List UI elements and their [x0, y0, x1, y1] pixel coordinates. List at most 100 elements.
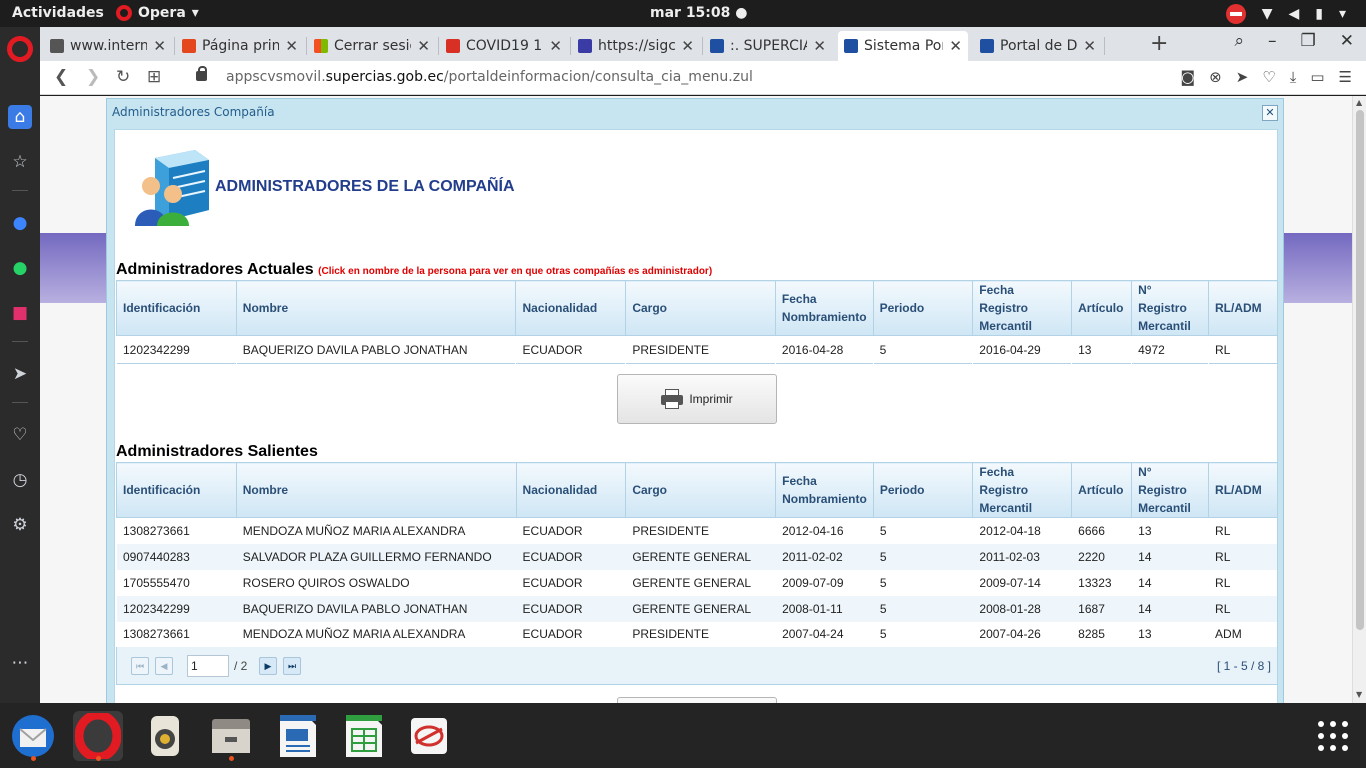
column-header[interactable]: RL/ADM	[1208, 280, 1278, 336]
scroll-down-icon[interactable]: ▼	[1356, 690, 1362, 699]
column-header[interactable]: N° Registro Mercantil	[1131, 462, 1210, 518]
column-header[interactable]: Nombre	[235, 280, 517, 336]
url-field[interactable]: appscvsmovil.supercias.gob.ec/portaldein…	[226, 69, 753, 85]
menu-caret-icon[interactable]: ▾	[1339, 6, 1346, 22]
home-icon[interactable]: ⌂	[8, 105, 32, 129]
column-header[interactable]: Nacionalidad	[515, 462, 627, 518]
messenger-icon[interactable]: ●	[8, 211, 32, 235]
show-applications-icon[interactable]	[1308, 711, 1358, 761]
column-header[interactable]: Cargo	[625, 280, 776, 336]
cell-article: 2220	[1071, 543, 1132, 570]
history-icon[interactable]: ◷	[8, 468, 32, 492]
column-header[interactable]: RL/ADM	[1208, 462, 1278, 518]
tab-6[interactable]: :. SUPERCIA ✕	[704, 31, 832, 61]
block-icon[interactable]: ⊗	[1209, 68, 1222, 86]
send-icon[interactable]: ➤	[8, 362, 32, 386]
column-header[interactable]: Fecha Nombramiento	[774, 280, 874, 336]
more-icon[interactable]: ⋯	[8, 651, 32, 675]
tab-4[interactable]: COVID19 1S ✕	[440, 31, 568, 61]
page-scrollbar[interactable]: ▲ ▼	[1352, 96, 1366, 703]
heart-icon[interactable]: ♡	[1262, 68, 1275, 86]
reload-icon[interactable]: ↻	[116, 67, 130, 87]
bookmarks-icon[interactable]: ☆	[8, 150, 32, 174]
column-header[interactable]: Fecha Nombramiento	[775, 462, 874, 518]
first-page-icon[interactable]: ⏮	[131, 657, 149, 675]
tab-close-icon[interactable]: ✕	[813, 37, 826, 55]
heart-icon[interactable]: ♡	[8, 423, 32, 447]
battery-icon[interactable]: ▮	[1315, 6, 1323, 22]
clock[interactable]: mar 15:08 ●	[650, 5, 747, 21]
easy-setup-icon[interactable]: ☰	[1339, 68, 1352, 86]
tab-close-icon[interactable]: ✕	[681, 37, 694, 55]
cell-rl-adm: RL	[1208, 517, 1278, 544]
column-header[interactable]: Identificación	[116, 280, 237, 336]
next-page-icon[interactable]: ▶	[259, 657, 277, 675]
search-tabs-icon[interactable]: ⌕	[1234, 31, 1244, 51]
column-header[interactable]: Fecha Registro Mercantil	[972, 280, 1073, 336]
settings-icon[interactable]: ⚙	[8, 513, 32, 537]
close-window-icon[interactable]: ✕	[1340, 31, 1354, 51]
column-header[interactable]: Identificación	[116, 462, 237, 518]
last-page-icon[interactable]: ⏭	[283, 657, 301, 675]
column-header[interactable]: Nacionalidad	[515, 280, 627, 336]
activities-button[interactable]: Actividades	[12, 5, 104, 21]
whatsapp-icon[interactable]: ●	[8, 256, 32, 280]
column-header[interactable]: Nombre	[235, 462, 517, 518]
minimize-icon[interactable]: –	[1268, 31, 1277, 51]
tab-close-icon[interactable]: ✕	[417, 37, 430, 55]
do-not-disturb-icon[interactable]	[1225, 4, 1246, 24]
column-header[interactable]: N° Registro Mercantil	[1131, 280, 1210, 336]
column-header[interactable]: Periodo	[872, 462, 974, 518]
cell-name: MENDOZA MUÑOZ MARIA ALEXANDRA	[236, 621, 517, 648]
tab-close-icon[interactable]: ✕	[1083, 37, 1096, 55]
modal-close-button[interactable]: ✕	[1262, 105, 1278, 121]
admin-name-link[interactable]: BAQUERIZO DAVILA PABLO JONATHAN	[236, 335, 516, 364]
prev-page-icon[interactable]: ◀	[155, 657, 173, 675]
tab-close-icon[interactable]: ✕	[949, 37, 962, 55]
column-header[interactable]: Periodo	[872, 280, 974, 336]
restore-icon[interactable]: ❐	[1301, 31, 1316, 51]
tab-7-active[interactable]: Sistema Por ✕	[838, 31, 968, 61]
print-button[interactable]: Imprimir	[617, 374, 777, 424]
app-menu[interactable]: Opera ▾	[116, 5, 199, 21]
files-icon[interactable]	[206, 711, 256, 761]
thunderbird-icon[interactable]	[8, 711, 58, 761]
lock-icon[interactable]	[196, 66, 207, 81]
forward-icon[interactable]: ❯	[86, 67, 100, 87]
libreoffice-calc-icon[interactable]	[338, 711, 388, 761]
tab-1[interactable]: www.interna ✕	[44, 31, 172, 61]
column-header[interactable]: Artículo	[1071, 280, 1133, 336]
tab-close-icon[interactable]: ✕	[285, 37, 298, 55]
scrollbar-thumb[interactable]	[1356, 110, 1364, 630]
tab-close-icon[interactable]: ✕	[549, 37, 562, 55]
back-icon[interactable]: ❮	[54, 67, 68, 87]
libreoffice-writer-icon[interactable]	[272, 711, 322, 761]
current-admins-hint: (Click en nombre de la persona para ver …	[318, 266, 713, 277]
tab-3[interactable]: Cerrar sesión ✕	[308, 31, 436, 61]
download-icon[interactable]: ⤓	[1290, 68, 1297, 86]
wifi-icon[interactable]: ▼	[1262, 6, 1273, 22]
column-header[interactable]: Fecha Registro Mercantil	[972, 462, 1073, 518]
opera-menu-icon[interactable]	[7, 36, 33, 62]
opera-dock-icon[interactable]	[73, 711, 123, 761]
rhythmbox-icon[interactable]	[140, 711, 190, 761]
tab-5[interactable]: https://sigc ✕	[572, 31, 700, 61]
volume-icon[interactable]: ◀	[1288, 6, 1299, 22]
tab-2[interactable]: Página princ ✕	[176, 31, 304, 61]
new-tab-icon[interactable]: +	[1150, 31, 1168, 56]
cell-position: PRESIDENTE	[625, 621, 776, 648]
send-icon[interactable]: ➤	[1236, 68, 1249, 86]
system-tray[interactable]: ▼ ◀ ▮ ▾	[1225, 4, 1346, 24]
column-header[interactable]: Artículo	[1071, 462, 1133, 518]
tab-close-icon[interactable]: ✕	[153, 37, 166, 55]
instagram-icon[interactable]: ■	[8, 301, 32, 325]
libreoffice-impress-icon[interactable]	[404, 711, 454, 761]
page-number-input[interactable]: 1	[187, 655, 229, 677]
camera-icon[interactable]: ◙	[1181, 68, 1196, 86]
column-header[interactable]: Cargo	[625, 462, 777, 518]
cell-appointment-date: 2012-04-16	[775, 517, 874, 544]
tabs-grid-icon[interactable]: ⊞	[147, 67, 161, 87]
tab-8[interactable]: Portal de D ✕	[974, 31, 1102, 61]
scroll-up-icon[interactable]: ▲	[1356, 98, 1362, 107]
battery-saver-icon[interactable]: ▭	[1310, 68, 1324, 86]
